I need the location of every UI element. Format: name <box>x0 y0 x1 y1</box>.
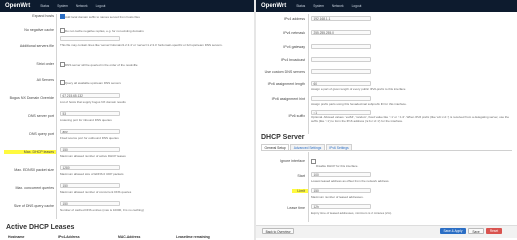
ignore-interface-label: Ignore interface <box>280 159 305 163</box>
form-divider <box>308 14 309 134</box>
no-negative-cache-desc: Do not cache negative replies, e.g. for … <box>65 28 144 33</box>
additional-servers-desc: This file may contain lines like 'server… <box>60 43 223 47</box>
menu-status[interactable]: Status <box>38 3 51 9</box>
dns-cache-size-input[interactable]: 150 <box>60 201 120 206</box>
top-navbar: OpenWrt Status System Network Logout <box>0 0 254 12</box>
ignore-interface-desc: Disable DHCP for this interface. <box>316 164 359 168</box>
start-desc: Lowest leased address as offset from the… <box>311 179 390 183</box>
col-mac: MAC-Address <box>118 235 141 239</box>
ipv6-assign-hint-input[interactable] <box>311 96 371 101</box>
menu-system[interactable]: System <box>55 3 70 9</box>
ipv4-broadcast-label: IPv4 broadcast <box>281 58 305 62</box>
save-apply-button[interactable]: Save & Apply <box>440 228 466 234</box>
additional-servers-label: Additional servers file <box>19 44 54 48</box>
menu-system[interactable]: System <box>311 3 326 9</box>
tabs-underline <box>261 150 512 151</box>
openwrt-logo[interactable]: OpenWrt <box>261 3 286 9</box>
dns-server-port-desc: Listening port for inbound DNS queries <box>60 117 112 122</box>
strict-order-desc: DNS server will be queried in the order … <box>65 62 138 67</box>
expand-hosts-desc: Add local domain suffix to names served … <box>65 14 140 19</box>
ipv6-assign-hint-label: IPv6 assignment hint <box>271 97 305 101</box>
col-leasetime: Leasetime remaining <box>176 235 210 239</box>
custom-dns-input[interactable] <box>311 69 371 74</box>
ipv4-address-label: IPv4 address <box>284 17 305 21</box>
all-servers-label: All Servers <box>36 78 54 82</box>
max-concurrent-desc: Maximum allowed number of concurrent DNS… <box>60 189 132 194</box>
ipv6-assign-hint-desc: Assign prefix parts using this hexadecim… <box>311 102 407 106</box>
active-leases-title: Active DHCP Leases <box>6 224 75 231</box>
expand-hosts-label: Expand hosts <box>32 14 54 18</box>
max-edns0-desc: Maximum allowed size of EDNS.0 UDP packe… <box>60 171 124 176</box>
dns-query-port-label: DNS query port <box>29 132 54 136</box>
menu-network[interactable]: Network <box>74 3 90 9</box>
all-servers-desc: Query all available upstream DNS servers <box>65 80 121 85</box>
ipv6-assign-length-desc: Assign a part of given length of every p… <box>311 87 406 91</box>
ipv6-assign-length-select[interactable]: 60 <box>311 81 371 86</box>
reset-button[interactable]: Reset <box>486 228 502 234</box>
col-hostname: Hostname <box>8 235 25 239</box>
max-dhcp-leases-label: Max. DHCP leases <box>23 150 54 154</box>
dns-query-port-input[interactable]: any <box>60 129 120 134</box>
start-input[interactable]: 100 <box>311 172 371 177</box>
ipv6-suffix-label: IPv6 suffix <box>288 114 305 118</box>
back-to-overview-button[interactable]: Back to Overview <box>262 228 294 234</box>
ipv6-suffix-input[interactable]: ::1 <box>311 110 371 115</box>
top-navbar: OpenWrt Status System Network Logout <box>256 0 517 12</box>
no-negative-cache-label: No negative cache <box>24 28 54 32</box>
lease-time-desc: Expiry time of leased addresses, minimum… <box>311 211 393 215</box>
custom-dns-label: Use custom DNS servers <box>264 70 305 74</box>
save-button[interactable]: Save <box>468 228 484 234</box>
start-label: Start <box>297 174 305 178</box>
dns-cache-size-label: Size of DNS query cache <box>13 204 54 208</box>
max-concurrent-label: Max. concurrent queries <box>15 186 54 190</box>
max-dhcp-leases-desc: Maximum allowed number of active DHCP le… <box>60 153 126 158</box>
dns-cache-size-desc: Number of cached DNS entries (max is 100… <box>60 207 144 212</box>
menu-status[interactable]: Status <box>294 3 307 9</box>
ipv4-netmask-label: IPv4 netmask <box>283 31 305 35</box>
lease-time-input[interactable]: 12h <box>311 204 371 209</box>
limit-label: Limit <box>297 189 305 193</box>
max-concurrent-input[interactable]: 150 <box>60 183 120 188</box>
bogus-nx-label: Bogus NX Domain Override <box>9 96 54 100</box>
menu-network[interactable]: Network <box>330 3 346 9</box>
ipv4-gateway-input[interactable] <box>311 44 371 49</box>
max-edns0-input[interactable]: 1280 <box>60 165 120 170</box>
limit-desc: Maximum number of leased addresses. <box>311 195 364 199</box>
dns-server-port-input[interactable]: 53 <box>60 111 120 116</box>
ipv4-broadcast-input[interactable] <box>311 57 371 62</box>
ipv4-gateway-label: IPv4 gateway <box>283 45 305 49</box>
col-ipv4: IPv4-Address <box>58 235 80 239</box>
max-edns0-label: Max. EDNS0 packet size <box>14 168 54 172</box>
menu-logout[interactable]: Logout <box>94 3 108 9</box>
menu-logout[interactable]: Logout <box>350 3 364 9</box>
dns-query-port-desc: Fixed source port for outbound DNS queri… <box>60 135 119 140</box>
form-divider <box>56 14 57 219</box>
ipv6-assign-length-label: IPv6 assignment length <box>267 82 305 86</box>
limit-input[interactable]: 150 <box>311 188 371 193</box>
right-browser-window: OpenWrt Status System Network Logout IPv… <box>256 0 517 240</box>
dns-server-port-label: DNS server port <box>28 114 54 118</box>
dhcp-form-divider <box>308 152 309 222</box>
left-browser-window: OpenWrt Status System Network Logout Exp… <box>0 0 254 240</box>
strict-order-label: Strict order <box>36 62 54 66</box>
lease-time-label: Lease time <box>287 206 305 210</box>
bogus-nx-input[interactable]: 67.215.65.132 <box>60 93 120 98</box>
max-dhcp-leases-input[interactable]: 150 <box>60 147 120 152</box>
dhcp-server-title: DHCP Server <box>261 134 305 141</box>
ipv4-address-input[interactable]: 192.168.1.1 <box>311 16 371 21</box>
screenshot: OpenWrt Status System Network Logout Exp… <box>0 0 517 240</box>
additional-servers-input[interactable] <box>60 36 120 41</box>
ipv4-netmask-select[interactable]: 255.255.255.0 <box>311 30 371 35</box>
openwrt-logo[interactable]: OpenWrt <box>5 3 30 9</box>
ipv6-suffix-desc: Optional. Allowed values: 'eui64', 'rand… <box>311 116 509 123</box>
bogus-nx-desc: List of hosts that supply bogus NX domai… <box>60 99 126 104</box>
